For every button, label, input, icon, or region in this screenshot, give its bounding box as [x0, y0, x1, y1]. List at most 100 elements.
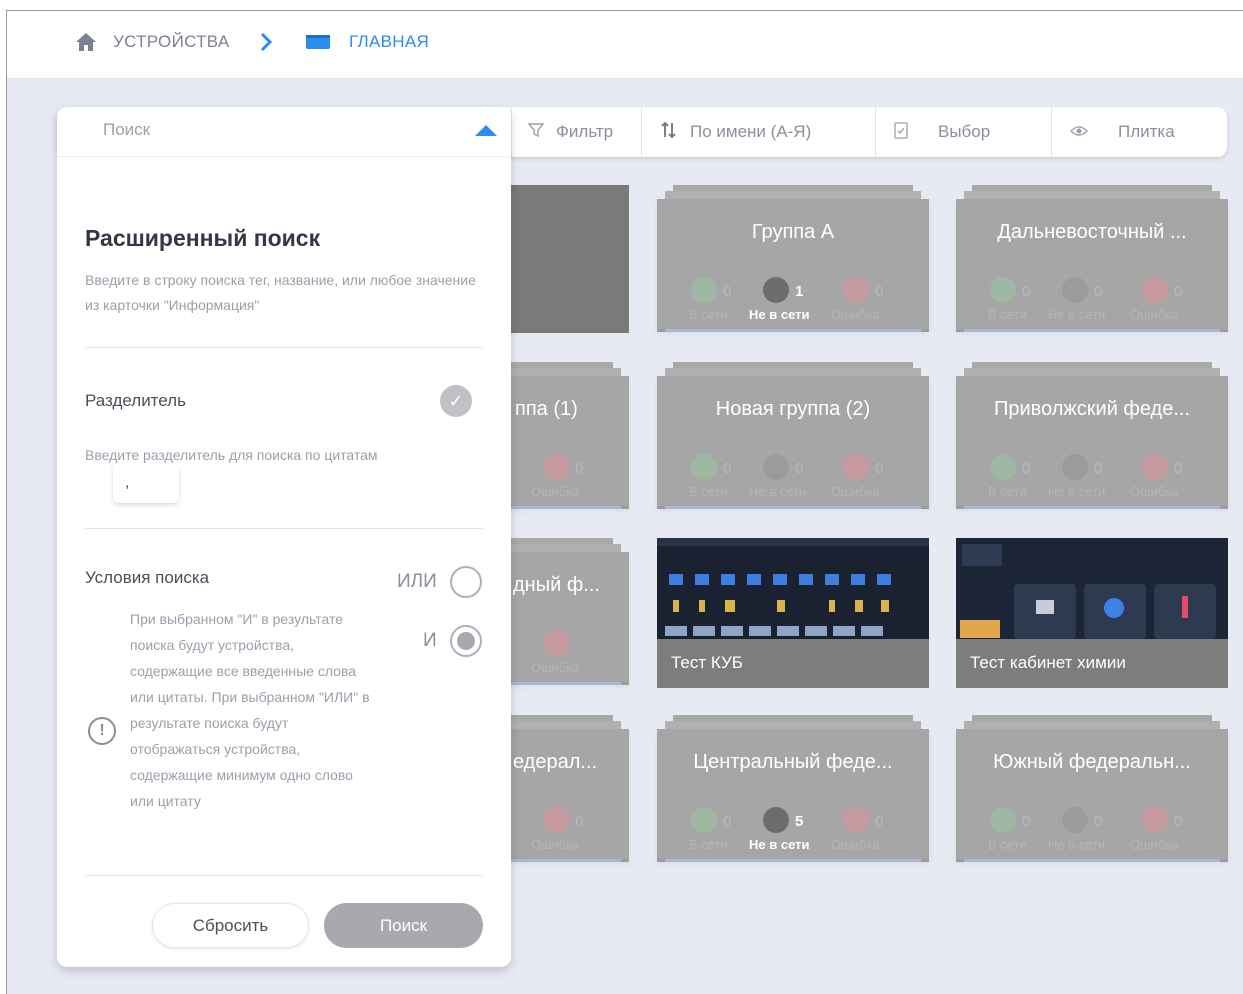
error-indicator: [543, 630, 569, 656]
group-card-title: едерал...: [513, 751, 598, 773]
tile-caption: Тест кабинет химии: [956, 639, 1228, 688]
online-label: В сети: [689, 484, 728, 499]
option-or-radio[interactable]: [450, 566, 482, 598]
group-card[interactable]: Южный федеральн... 0 0 0 В сети Не в сет…: [956, 715, 1228, 862]
group-card-title: Центральный феде...: [693, 751, 893, 773]
error-label: Ошибка: [831, 484, 880, 499]
error-indicator: [843, 277, 869, 303]
folder-icon: [305, 30, 331, 54]
online-count: 0: [723, 813, 732, 830]
select-button[interactable]: Выбор: [875, 107, 1051, 157]
error-label: Ошибка: [1130, 837, 1179, 852]
option-and-radio[interactable]: [450, 625, 482, 657]
error-indicator: [1142, 454, 1168, 480]
view-label: Плитка: [1118, 122, 1175, 141]
caret-up-icon[interactable]: [475, 125, 497, 136]
offline-label: Не в сети: [749, 484, 807, 499]
sort-label: По имени (А-Я): [690, 122, 812, 141]
online-count: 0: [1022, 460, 1031, 477]
offline-indicator: [763, 454, 789, 480]
search-button[interactable]: Поиск: [324, 903, 483, 948]
sort-button[interactable]: По имени (А-Я): [641, 107, 875, 157]
online-label: В сети: [689, 307, 728, 322]
offline-indicator: [763, 277, 789, 303]
offline-indicator: [1062, 277, 1088, 303]
offline-indicator: [1062, 454, 1088, 480]
info-text: При выбранном "И" в результате поиска бу…: [130, 611, 370, 809]
offline-label: Не в сети: [749, 837, 810, 852]
view-button[interactable]: Плитка: [1051, 107, 1227, 157]
online-count: 0: [723, 460, 732, 477]
group-card-title: Дальневосточный ...: [997, 221, 1187, 243]
error-indicator: [543, 807, 569, 833]
error-count: 0: [1174, 813, 1183, 830]
group-card-title: Приволжский феде...: [993, 398, 1191, 420]
search-input[interactable]: [103, 120, 433, 140]
separator-input[interactable]: [113, 463, 179, 503]
chevron-right-icon: [259, 30, 273, 54]
offline-label: Не в сети: [1048, 307, 1106, 322]
online-indicator: [691, 277, 717, 303]
offline-label: Не в сети: [1048, 484, 1106, 499]
error-indicator: [1142, 277, 1168, 303]
online-label: В сети: [988, 307, 1027, 322]
group-card[interactable]: Новая группа (2) 0 0 0 В сети Не в сети …: [657, 362, 929, 509]
error-count: 0: [1174, 460, 1183, 477]
error-indicator: [543, 454, 569, 480]
device-tile[interactable]: Тест кабинет химии: [956, 538, 1228, 688]
device-tile[interactable]: Тест КУБ: [657, 538, 929, 688]
group-card-title: Южный федеральн...: [993, 751, 1191, 773]
error-label: Ошибка: [831, 837, 880, 852]
group-card-title: Группа А: [751, 221, 835, 243]
group-card[interactable]: Центральный феде... 0 5 0 В сети Не в се…: [657, 715, 929, 862]
panel-description: Введите в строку поиска тег, название, и…: [85, 272, 476, 313]
error-count: 0: [575, 460, 584, 477]
option-or-label: ИЛИ: [397, 571, 437, 592]
separator-description: Введите разделитель для поиска по цитата…: [85, 447, 378, 463]
eye-icon: [1070, 122, 1088, 142]
group-card[interactable]: Дальневосточный ... 0 0 0 В сети Не в се…: [956, 185, 1228, 332]
breadcrumb-current[interactable]: ГЛАВНАЯ: [349, 30, 429, 54]
offline-count: 0: [1094, 460, 1103, 477]
online-count: 0: [1022, 283, 1031, 300]
error-count: 0: [875, 460, 884, 477]
info-icon: !: [88, 717, 116, 745]
device-screenshot: [657, 538, 929, 639]
divider: [85, 528, 483, 529]
error-count: 0: [875, 283, 884, 300]
group-card[interactable]: Группа А 0 1 0 В сети Не в сети Ошибка: [657, 185, 929, 332]
tile-caption: Тест КУБ: [657, 639, 929, 688]
offline-count: 0: [1094, 813, 1103, 830]
filter-button[interactable]: Фильтр: [511, 107, 641, 157]
offline-count: 1: [795, 283, 804, 300]
home-icon[interactable]: [75, 30, 97, 54]
online-label: В сети: [988, 484, 1027, 499]
offline-label: Не в сети: [749, 307, 810, 322]
check-icon[interactable]: ✓: [440, 385, 472, 417]
error-count: 0: [575, 813, 584, 830]
divider: [85, 875, 483, 876]
error-indicator: [843, 807, 869, 833]
conditions-label: Условия поиска: [85, 568, 210, 587]
advanced-search-panel: Расширенный поиск Введите в строку поиск…: [57, 107, 511, 967]
online-count: 0: [1022, 813, 1031, 830]
offline-count: 0: [795, 460, 804, 477]
filter-icon: [527, 122, 545, 143]
error-label: Ошибка: [1130, 307, 1179, 322]
error-indicator: [1142, 807, 1168, 833]
reset-button[interactable]: Сбросить: [152, 903, 309, 948]
sort-icon: [660, 121, 678, 144]
online-label: В сети: [689, 837, 728, 852]
offline-label: Не в сети: [1048, 837, 1106, 852]
divider: [85, 347, 483, 348]
online-label: В сети: [988, 837, 1027, 852]
error-label: Ошибка: [531, 660, 580, 675]
group-card[interactable]: Приволжский феде... 0 0 0 В сети Не в се…: [956, 362, 1228, 509]
error-label: Ошибка: [531, 837, 580, 852]
error-label: Ошибка: [1130, 484, 1179, 499]
online-indicator: [990, 807, 1016, 833]
breadcrumb-devices[interactable]: УСТРОЙСТВА: [113, 30, 230, 54]
checklist-icon: [894, 121, 908, 144]
search-bar: [57, 107, 511, 157]
online-count: 0: [723, 283, 732, 300]
